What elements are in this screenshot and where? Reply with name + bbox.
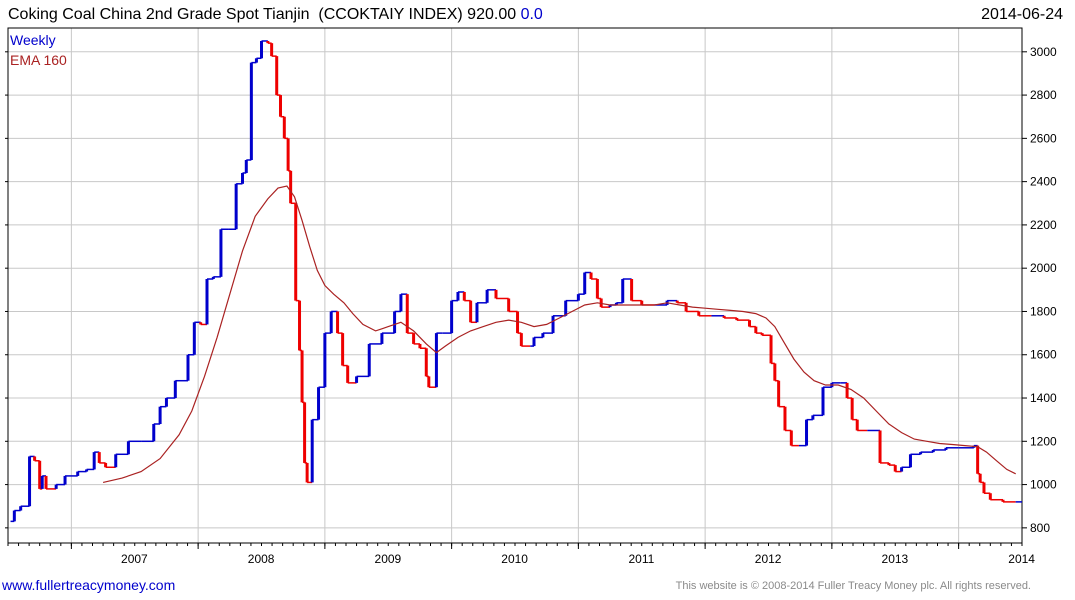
price-chart: 2007 2008 2009 2010 2011 2012 2013 2014 800 1000… xyxy=(5,27,1057,566)
x-tick-label-2008: 2008 xyxy=(248,552,275,566)
y-tick-label-1600: 1600 xyxy=(1030,348,1057,362)
x-tick-label-2013: 2013 xyxy=(882,552,909,566)
series-layer xyxy=(10,40,1022,523)
legend-ema: EMA 160 xyxy=(10,52,67,68)
x-tick-label-2012: 2012 xyxy=(755,552,782,566)
y-tick-label-3000: 3000 xyxy=(1030,45,1057,59)
y-tick-label-1800: 1800 xyxy=(1030,304,1057,318)
x-axis: 2007 2008 2009 2010 2011 2012 2013 2014 xyxy=(7,543,1035,566)
chart-grid xyxy=(8,28,1022,543)
legend-weekly: Weekly xyxy=(10,32,56,48)
chart-legend: Weekly EMA 160 xyxy=(10,32,67,68)
x-tick-label-2007: 2007 xyxy=(121,552,148,566)
y-axis: 800 1000 1200 1400 1600 1800 2000 2200 2400 2600 2… xyxy=(5,45,1057,535)
plot-frame xyxy=(7,27,1023,544)
x-tick-label-2011: 2011 xyxy=(628,552,654,566)
x-tick-label-2014: 2014 xyxy=(1008,552,1035,566)
site-link[interactable]: www.fullertreacymoney.com xyxy=(2,577,175,593)
y-tick-label-2400: 2400 xyxy=(1030,175,1057,189)
y-tick-label-2600: 2600 xyxy=(1030,131,1057,145)
x-tick-label-2010: 2010 xyxy=(501,552,528,566)
y-tick-label-800: 800 xyxy=(1030,521,1050,535)
y-tick-label-1400: 1400 xyxy=(1030,391,1057,405)
y-tick-label-1200: 1200 xyxy=(1030,434,1057,448)
x-tick-label-2009: 2009 xyxy=(375,552,402,566)
copyright-text: This website is © 2008-2014 Fuller Treac… xyxy=(675,580,1031,592)
y-tick-label-2800: 2800 xyxy=(1030,88,1057,102)
y-tick-label-2200: 2200 xyxy=(1030,218,1057,232)
y-tick-label-1000: 1000 xyxy=(1030,478,1057,492)
y-tick-label-2000: 2000 xyxy=(1030,261,1057,275)
